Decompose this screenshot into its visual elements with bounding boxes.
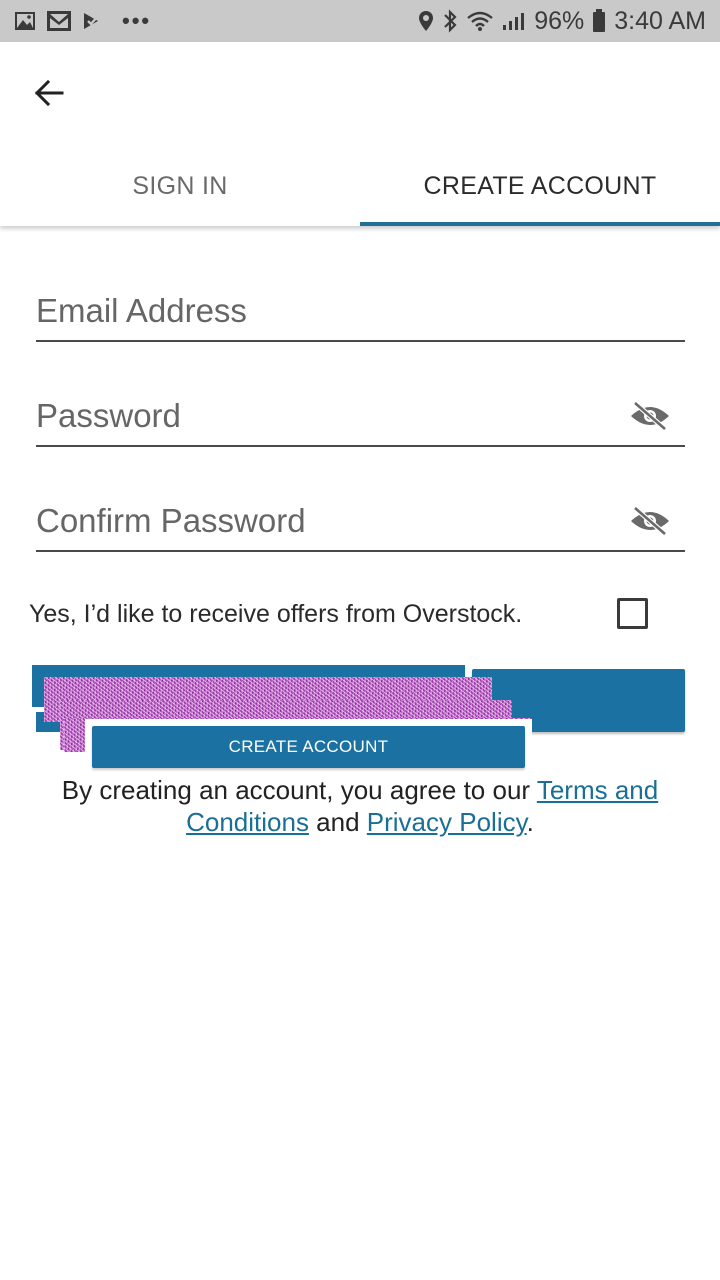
password-visibility-toggle[interactable]	[629, 401, 671, 431]
confirm-password-visibility-toggle[interactable]	[629, 506, 671, 536]
eye-off-icon	[631, 506, 669, 536]
more-notifications-dots: •••	[122, 8, 152, 33]
confirm-password-input[interactable]	[36, 492, 616, 550]
status-time: 3:40 AM	[614, 6, 706, 35]
battery-icon	[592, 9, 606, 33]
email-input[interactable]	[36, 282, 616, 340]
arrow-left-icon	[34, 79, 64, 107]
status-right-icons: 96% 3:40 AM	[418, 7, 706, 36]
status-bar: ••• 96% 3:40 AM	[0, 0, 720, 42]
create-account-button-label: CREATE ACCOUNT	[228, 737, 389, 756]
app-bar: SIGN IN CREATE ACCOUNT	[0, 42, 720, 226]
auth-tabs: SIGN IN CREATE ACCOUNT	[0, 146, 720, 226]
offers-opt-in-label: Yes, I’d like to receive offers from Ove…	[29, 599, 523, 628]
location-icon	[418, 10, 434, 32]
back-button[interactable]	[26, 70, 72, 116]
gallery-icon	[14, 11, 36, 31]
active-tab-indicator	[360, 222, 720, 226]
battery-percent: 96%	[534, 6, 585, 35]
terms-suffix: .	[526, 807, 534, 837]
offers-opt-in-row: Yes, I’d like to receive offers from Ove…	[29, 590, 689, 638]
terms-middle: and	[308, 807, 367, 837]
tab-sign-in-label: SIGN IN	[132, 171, 228, 200]
status-left-icons: •••	[14, 8, 151, 34]
terms-prefix: By creating an account, you agree to our	[61, 775, 537, 805]
email-field	[36, 282, 685, 342]
create-account-button[interactable]: CREATE ACCOUNT	[92, 726, 525, 768]
tab-sign-in[interactable]: SIGN IN	[0, 146, 360, 226]
terms-notice: By creating an account, you agree to our…	[30, 774, 690, 838]
bluetooth-icon	[442, 9, 458, 33]
gmail-icon	[46, 10, 72, 32]
password-input[interactable]	[36, 387, 616, 445]
tasks-icon	[82, 11, 102, 31]
offers-opt-in-checkbox[interactable]	[617, 598, 648, 629]
wifi-icon	[466, 10, 494, 32]
eye-off-icon	[631, 401, 669, 431]
confirm-password-field	[36, 492, 685, 552]
tab-create-account-label: CREATE ACCOUNT	[423, 171, 657, 200]
privacy-policy-link[interactable]: Privacy Policy	[367, 807, 527, 837]
password-field	[36, 387, 685, 447]
signal-icon	[502, 11, 526, 31]
tab-create-account[interactable]: CREATE ACCOUNT	[360, 146, 720, 226]
